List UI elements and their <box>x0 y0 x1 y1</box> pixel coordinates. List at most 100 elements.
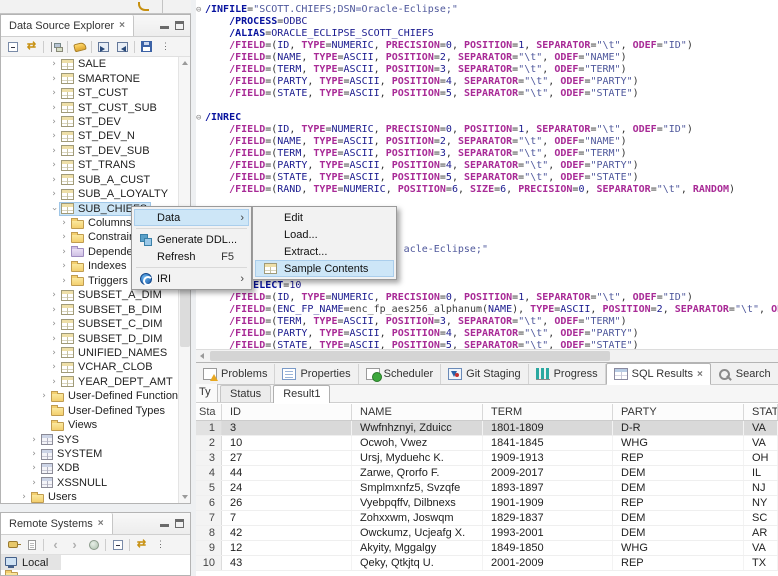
tree-item-subset-a-dim[interactable]: ›SUBSET_A_DIM <box>1 288 190 302</box>
expand-expander-icon[interactable]: › <box>49 333 59 345</box>
tree-item-sub-a-cust[interactable]: ›SUB_A_CUST <box>1 173 190 187</box>
tab-status[interactable]: Status <box>220 385 271 402</box>
tab-result1[interactable]: Result1 <box>273 385 330 403</box>
tree-item-unified-names[interactable]: ›UNIFIED_NAMES <box>1 346 190 360</box>
tree-item-user-defined-types[interactable]: User-Defined Types <box>1 404 190 418</box>
table-row[interactable]: 524Smplmxnfz5, Svzqfe1893-1897DEMNJ <box>196 481 778 496</box>
tab-data-source-explorer[interactable]: Data Source Explorer × <box>1 15 134 36</box>
menu-item-sample-contents[interactable]: Sample Contents <box>255 260 394 277</box>
expand-expander-icon[interactable]: › <box>59 217 69 229</box>
expand-expander-icon[interactable]: › <box>59 260 69 272</box>
table-row[interactable]: 842Owckumz, Ucjeafg X.1993-2001DEMAR <box>196 526 778 541</box>
expand-expander-icon[interactable]: › <box>29 448 39 460</box>
view-menu-button[interactable] <box>156 38 175 55</box>
expand-expander-icon[interactable]: › <box>49 318 59 330</box>
menu-item-generate-ddl[interactable]: Generate DDL... <box>134 231 249 248</box>
collapse-all-button[interactable] <box>108 536 127 553</box>
expand-expander-icon[interactable]: › <box>49 376 59 388</box>
tree-item-user-defined-functions[interactable]: ›User-Defined Functions <box>1 389 190 403</box>
tab-search[interactable]: Search <box>711 364 778 384</box>
tree-item-views[interactable]: Views <box>1 418 190 432</box>
editor-hscrollbar[interactable] <box>196 349 778 362</box>
table-row[interactable]: 210Ocwoh, Vwez1841-1845WHGVA <box>196 436 778 451</box>
menu-item-data[interactable]: Data› <box>134 209 249 226</box>
tree-item-st-cust[interactable]: ›ST_CUST <box>1 86 190 100</box>
column-header-term[interactable]: TERM <box>483 404 613 420</box>
link-editor-button[interactable] <box>46 38 65 55</box>
tree-item-st-dev-n[interactable]: ›ST_DEV_N <box>1 129 190 143</box>
close-icon[interactable]: × <box>697 369 703 380</box>
table-row[interactable]: 626Vyebpqffv, Dilbnexs1901-1909REPNY <box>196 496 778 511</box>
expand-expander-icon[interactable]: › <box>19 491 29 503</box>
column-header-party[interactable]: PARTY <box>613 404 744 420</box>
rs-item-local[interactable]: Local <box>1 555 61 570</box>
column-header-id[interactable]: ID <box>222 404 352 420</box>
tab-properties[interactable]: Properties <box>275 364 358 384</box>
expand-expander-icon[interactable]: › <box>49 58 59 70</box>
expand-expander-icon[interactable]: › <box>49 116 59 128</box>
expand-expander-icon[interactable]: › <box>49 304 59 316</box>
tree-item-st-dev-sub[interactable]: ›ST_DEV_SUB <box>1 144 190 158</box>
expand-expander-icon[interactable]: › <box>49 102 59 114</box>
grid-corner-header[interactable]: Sta <box>196 404 222 420</box>
tree-item-xssnull[interactable]: ›XSSNULL <box>1 476 190 490</box>
view-menu-button[interactable] <box>151 536 170 553</box>
maximize-button[interactable] <box>175 519 184 528</box>
tab-problems[interactable]: Problems <box>196 364 275 384</box>
close-icon[interactable]: × <box>119 20 125 31</box>
expand-expander-icon[interactable]: › <box>49 130 59 142</box>
expand-expander-icon[interactable]: › <box>59 231 69 243</box>
table-row[interactable]: 327Ursj, Myduehc K.1909-1913REPOH <box>196 451 778 466</box>
tree-item-sale[interactable]: ›SALE <box>1 57 190 71</box>
refresh-button[interactable] <box>132 536 151 553</box>
script-editor[interactable]: ⊖/INFILE="SCOTT.CHIEFS;DSN=Oracle-Eclips… <box>196 0 778 349</box>
scroll-up-icon[interactable] <box>179 57 190 69</box>
tree-item-xdb[interactable]: ›XDB <box>1 461 190 475</box>
table-row[interactable]: 77Zohxxwm, Joswqm1829-1837DEMSC <box>196 511 778 526</box>
expand-expander-icon[interactable]: › <box>49 188 59 200</box>
table-row[interactable]: 912Akyity, Mggalgy1849-1850WHGVA <box>196 541 778 556</box>
import-button[interactable] <box>94 38 113 55</box>
launch-button[interactable] <box>84 536 103 553</box>
tab-sql-results[interactable]: SQL Results× <box>606 363 711 385</box>
tree-item-users[interactable]: ›Users <box>1 490 190 503</box>
expand-expander-icon[interactable]: › <box>49 73 59 85</box>
expand-expander-icon[interactable]: › <box>49 289 59 301</box>
collapse-marker-icon[interactable]: ⊖ <box>196 4 205 16</box>
expand-expander-icon[interactable]: › <box>49 159 59 171</box>
tab-progress[interactable]: Progress <box>529 364 606 384</box>
expand-expander-icon[interactable]: › <box>39 390 49 402</box>
tree-item-st-dev[interactable]: ›ST_DEV <box>1 115 190 129</box>
export-button[interactable] <box>113 38 132 55</box>
minimize-button[interactable] <box>160 520 169 527</box>
table-row[interactable]: 13Wwfnhznyi, Zduicc1801-1809D-RVA <box>196 421 778 436</box>
tree-item-st-trans[interactable]: ›ST_TRANS <box>1 158 190 172</box>
tree-item-st-cust-sub[interactable]: ›ST_CUST_SUB <box>1 100 190 114</box>
scroll-down-icon[interactable] <box>179 491 190 503</box>
filter-text-fragment[interactable]: Ty <box>196 384 218 402</box>
expand-expander-icon[interactable]: › <box>59 246 69 258</box>
close-icon[interactable]: × <box>98 518 104 529</box>
table-row[interactable]: 444Zarwe, Qrorfo F.2009-2017DEMIL <box>196 466 778 481</box>
table-row[interactable]: 1043Qeky, Qtkjtq U.2001-2009REPTX <box>196 556 778 571</box>
scroll-left-icon[interactable] <box>196 350 209 362</box>
back-button[interactable] <box>46 536 65 553</box>
menu-item-extract[interactable]: Extract... <box>255 243 394 260</box>
collapse-all-button[interactable] <box>3 38 22 55</box>
refresh-button[interactable] <box>22 38 41 55</box>
collapse-expander-icon[interactable]: › <box>48 204 60 214</box>
tree-item-subset-c-dim[interactable]: ›SUBSET_C_DIM <box>1 317 190 331</box>
expand-expander-icon[interactable]: › <box>49 174 59 186</box>
tree-item-sub-a-loyalty[interactable]: ›SUB_A_LOYALTY <box>1 187 190 201</box>
tab-scheduler[interactable]: Scheduler <box>359 364 442 384</box>
tree-item-sys[interactable]: ›SYS <box>1 432 190 446</box>
menu-item-refresh[interactable]: RefreshF5 <box>134 248 249 265</box>
minimize-button[interactable] <box>160 22 169 29</box>
connector-button[interactable] <box>3 536 22 553</box>
maximize-button[interactable] <box>175 21 184 30</box>
collapse-marker-icon[interactable]: ⊖ <box>196 112 205 124</box>
expand-expander-icon[interactable]: › <box>49 347 59 359</box>
rs-tree[interactable]: Local <box>1 555 190 575</box>
expand-expander-icon[interactable]: › <box>49 145 59 157</box>
tree-item-subset-d-dim[interactable]: ›SUBSET_D_DIM <box>1 331 190 345</box>
